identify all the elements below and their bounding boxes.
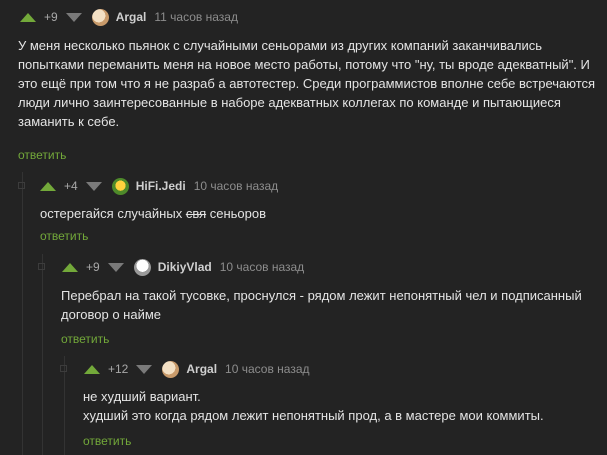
username[interactable]: HiFi.Jedi <box>136 179 186 193</box>
username[interactable]: DikiyVlad <box>158 260 212 274</box>
comment-text: У меня несколько пьянок с случайными сен… <box>18 36 603 131</box>
avatar[interactable] <box>133 258 151 276</box>
comment-line: У меня несколько пьянок с случайными сен… <box>18 38 543 53</box>
comment-rating: +9 <box>86 260 100 274</box>
comment-time: 10 часов назад <box>193 179 279 193</box>
downvote-icon[interactable] <box>136 364 153 374</box>
comment-rating: +12 <box>108 362 129 376</box>
comment-line: худший это когда рядом лежит непонятный … <box>83 408 544 423</box>
username[interactable]: Argal <box>116 10 147 24</box>
reply-link[interactable]: ответить <box>18 148 66 162</box>
struck-text: свя <box>185 206 207 221</box>
comment-line: попытками переманить меня на новое место… <box>18 57 590 72</box>
avatar[interactable] <box>111 177 129 195</box>
reply-link[interactable]: ответить <box>40 229 88 243</box>
comment-rating: +9 <box>44 10 58 24</box>
collapse-branch-icon[interactable] <box>18 182 25 189</box>
collapse-branch-icon[interactable] <box>38 263 45 270</box>
collapse-branch-icon[interactable] <box>60 365 67 372</box>
comment-line: люди лично заинтересованные в наборе аде… <box>18 95 561 110</box>
thread-line <box>22 172 23 455</box>
comments-page: { "comments": [ { "rating": "+9", "user"… <box>0 0 607 455</box>
comment-header: +9 Argal 11 часов назад <box>20 6 238 28</box>
downvote-icon[interactable] <box>65 12 82 22</box>
comment-text-part: остерегайся случайных <box>40 206 186 221</box>
reply-link[interactable]: ответить <box>61 332 109 346</box>
comment-header: +12 Argal 10 часов назад <box>84 358 310 380</box>
comment-time: 10 часов назад <box>219 260 305 274</box>
avatar[interactable] <box>91 8 109 26</box>
upvote-icon[interactable] <box>40 181 56 191</box>
upvote-icon[interactable] <box>62 262 78 272</box>
username[interactable]: Argal <box>186 362 217 376</box>
upvote-icon[interactable] <box>20 12 36 22</box>
downvote-icon[interactable] <box>107 262 124 272</box>
comment-time: 11 часов назад <box>154 10 238 24</box>
avatar[interactable] <box>162 360 180 378</box>
comment-rating: +4 <box>64 179 78 193</box>
comment-time: 10 часов назад <box>225 362 310 376</box>
thread-line <box>42 254 43 455</box>
comment-line: не худший вариант. <box>83 389 201 404</box>
comment-line: это ещё при том что я не разраб а автоте… <box>18 76 596 91</box>
comment-line: заманить к себе. <box>18 114 120 129</box>
upvote-icon[interactable] <box>84 364 100 374</box>
comment-header: +4 HiFi.Jedi 10 часов назад <box>40 175 278 197</box>
comment-text: Перебрал на такой тусовке, проснулся - р… <box>61 286 601 324</box>
comment-header: +9 DikiyVlad 10 часов назад <box>62 256 304 278</box>
reply-link[interactable]: ответить <box>83 434 131 448</box>
comment-text-part: сеньоров <box>206 206 267 221</box>
downvote-icon[interactable] <box>85 181 102 191</box>
comment-text: остерегайся случайных свя сеньоров <box>40 204 266 223</box>
comment-text: не худший вариант. худший это когда рядо… <box>83 387 603 425</box>
comment-line: Перебрал на такой тусовке, проснулся - р… <box>61 288 582 303</box>
comment-line: договор о найме <box>61 307 162 322</box>
